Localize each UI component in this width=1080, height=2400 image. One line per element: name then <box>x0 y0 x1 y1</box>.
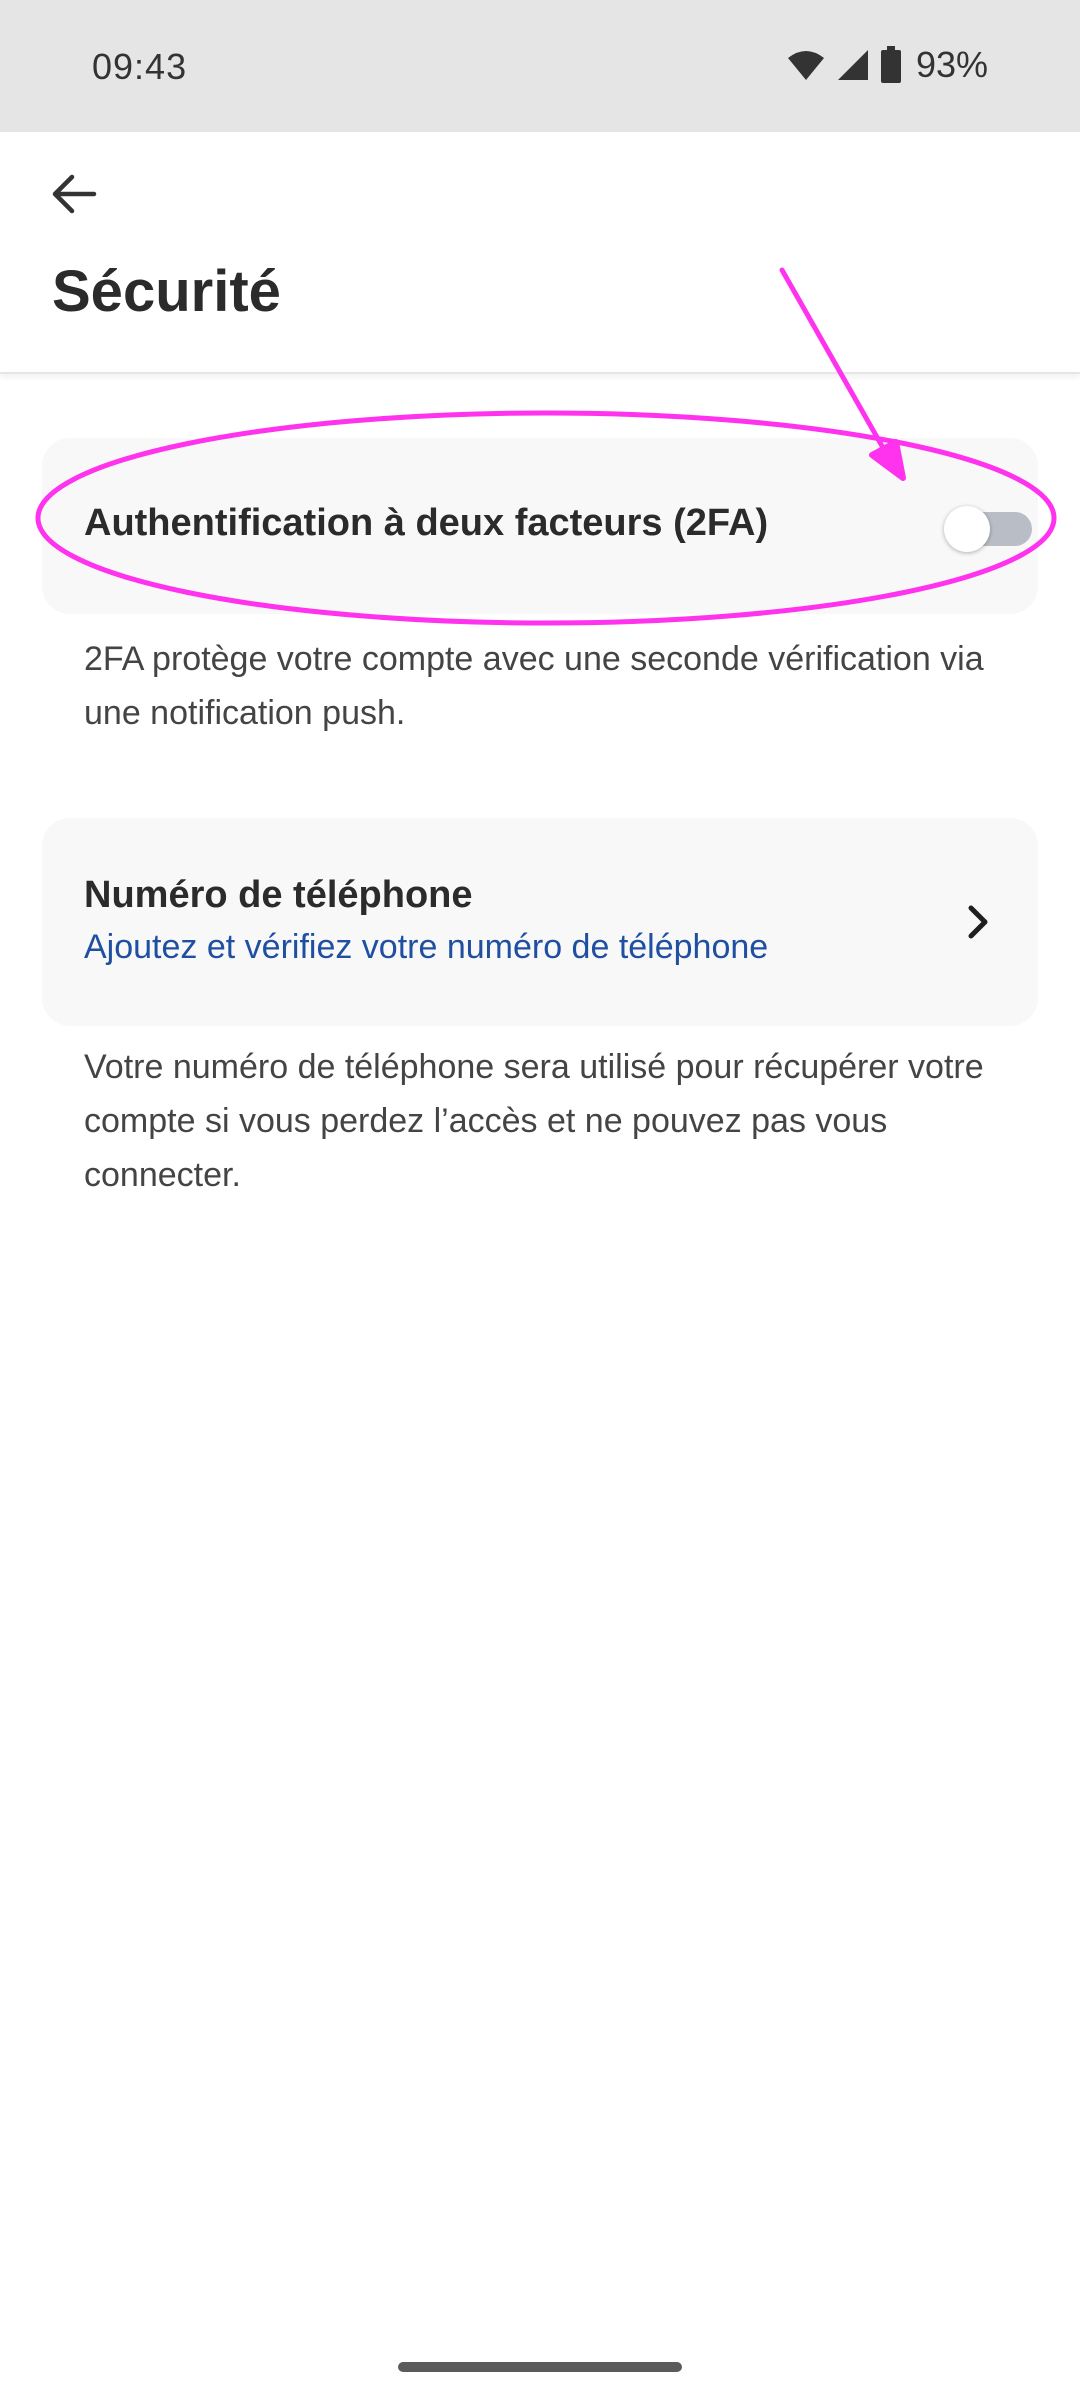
app-header: Sécurité <box>0 132 1080 374</box>
battery-icon <box>880 46 902 84</box>
two-factor-label: Authentification à deux facteurs (2FA) <box>84 502 769 544</box>
back-button[interactable] <box>36 158 112 234</box>
signal-icon <box>836 48 870 82</box>
two-factor-card: Authentification à deux facteurs (2FA) <box>42 438 1038 614</box>
phone-number-subtitle: Ajoutez et vérifiez votre numéro de télé… <box>84 928 769 966</box>
chevron-right-icon <box>958 900 998 944</box>
status-icons: 93% <box>786 44 988 86</box>
status-bar: 09:43 93% <box>0 0 1080 132</box>
page-title: Sécurité <box>52 259 281 324</box>
navigation-handle[interactable] <box>398 2362 682 2372</box>
toggle-thumb <box>944 506 990 552</box>
battery-percent: 93% <box>915 44 988 85</box>
wifi-icon <box>786 48 826 82</box>
screen: 09:43 93% Sécurité Authentification à de… <box>0 0 1080 2400</box>
phone-number-helper-text: Votre numéro de téléphone sera utilisé p… <box>84 1048 984 1194</box>
phone-number-title: Numéro de téléphone <box>84 874 473 916</box>
phone-number-card[interactable]: Numéro de téléphone Ajoutez et vérifiez … <box>42 818 1038 1026</box>
two-factor-toggle[interactable] <box>944 506 1036 552</box>
status-time: 09:43 <box>92 46 188 87</box>
two-factor-helper-text: 2FA protège votre compte avec une second… <box>84 640 984 732</box>
arrow-left-icon <box>50 172 98 221</box>
